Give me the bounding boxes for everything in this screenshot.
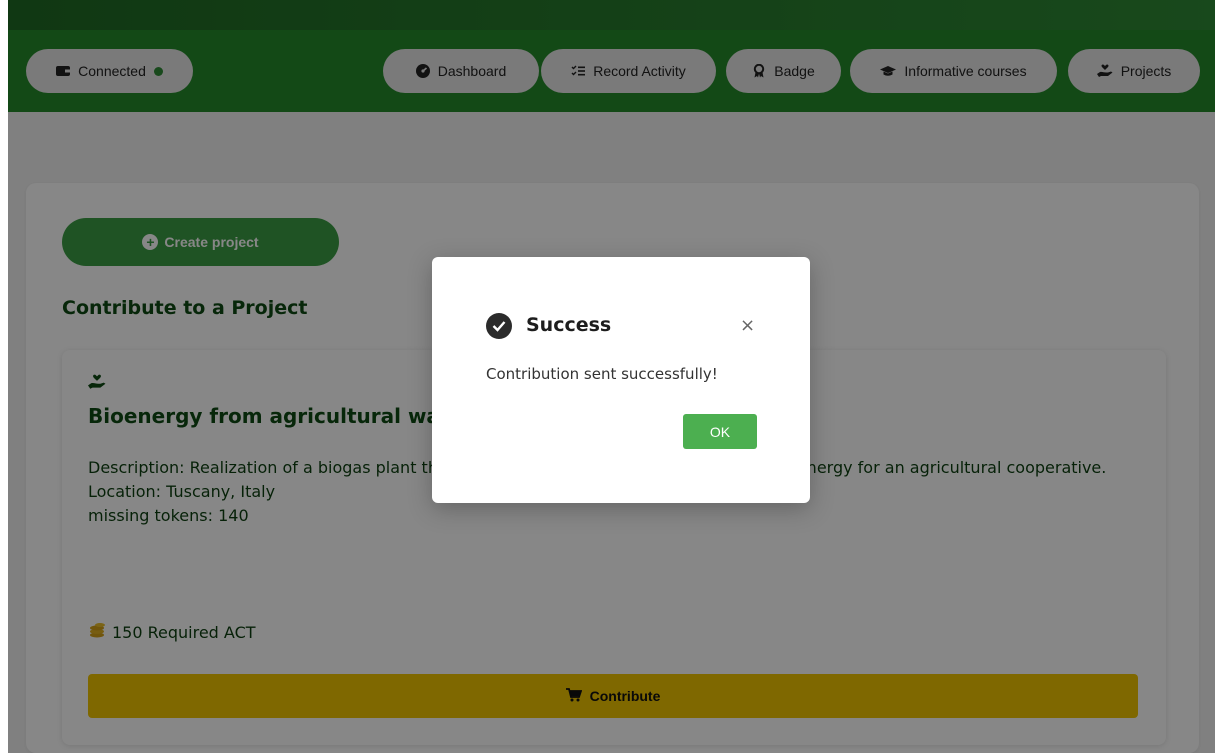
dialog-message: Contribution sent successfully! <box>486 365 718 383</box>
ok-button[interactable]: OK <box>683 414 757 449</box>
left-edge <box>0 0 8 753</box>
check-circle-icon <box>486 313 512 339</box>
success-dialog: Success × Contribution sent successfully… <box>432 257 810 503</box>
close-icon[interactable]: × <box>740 315 755 336</box>
dialog-title: Success <box>526 314 612 336</box>
